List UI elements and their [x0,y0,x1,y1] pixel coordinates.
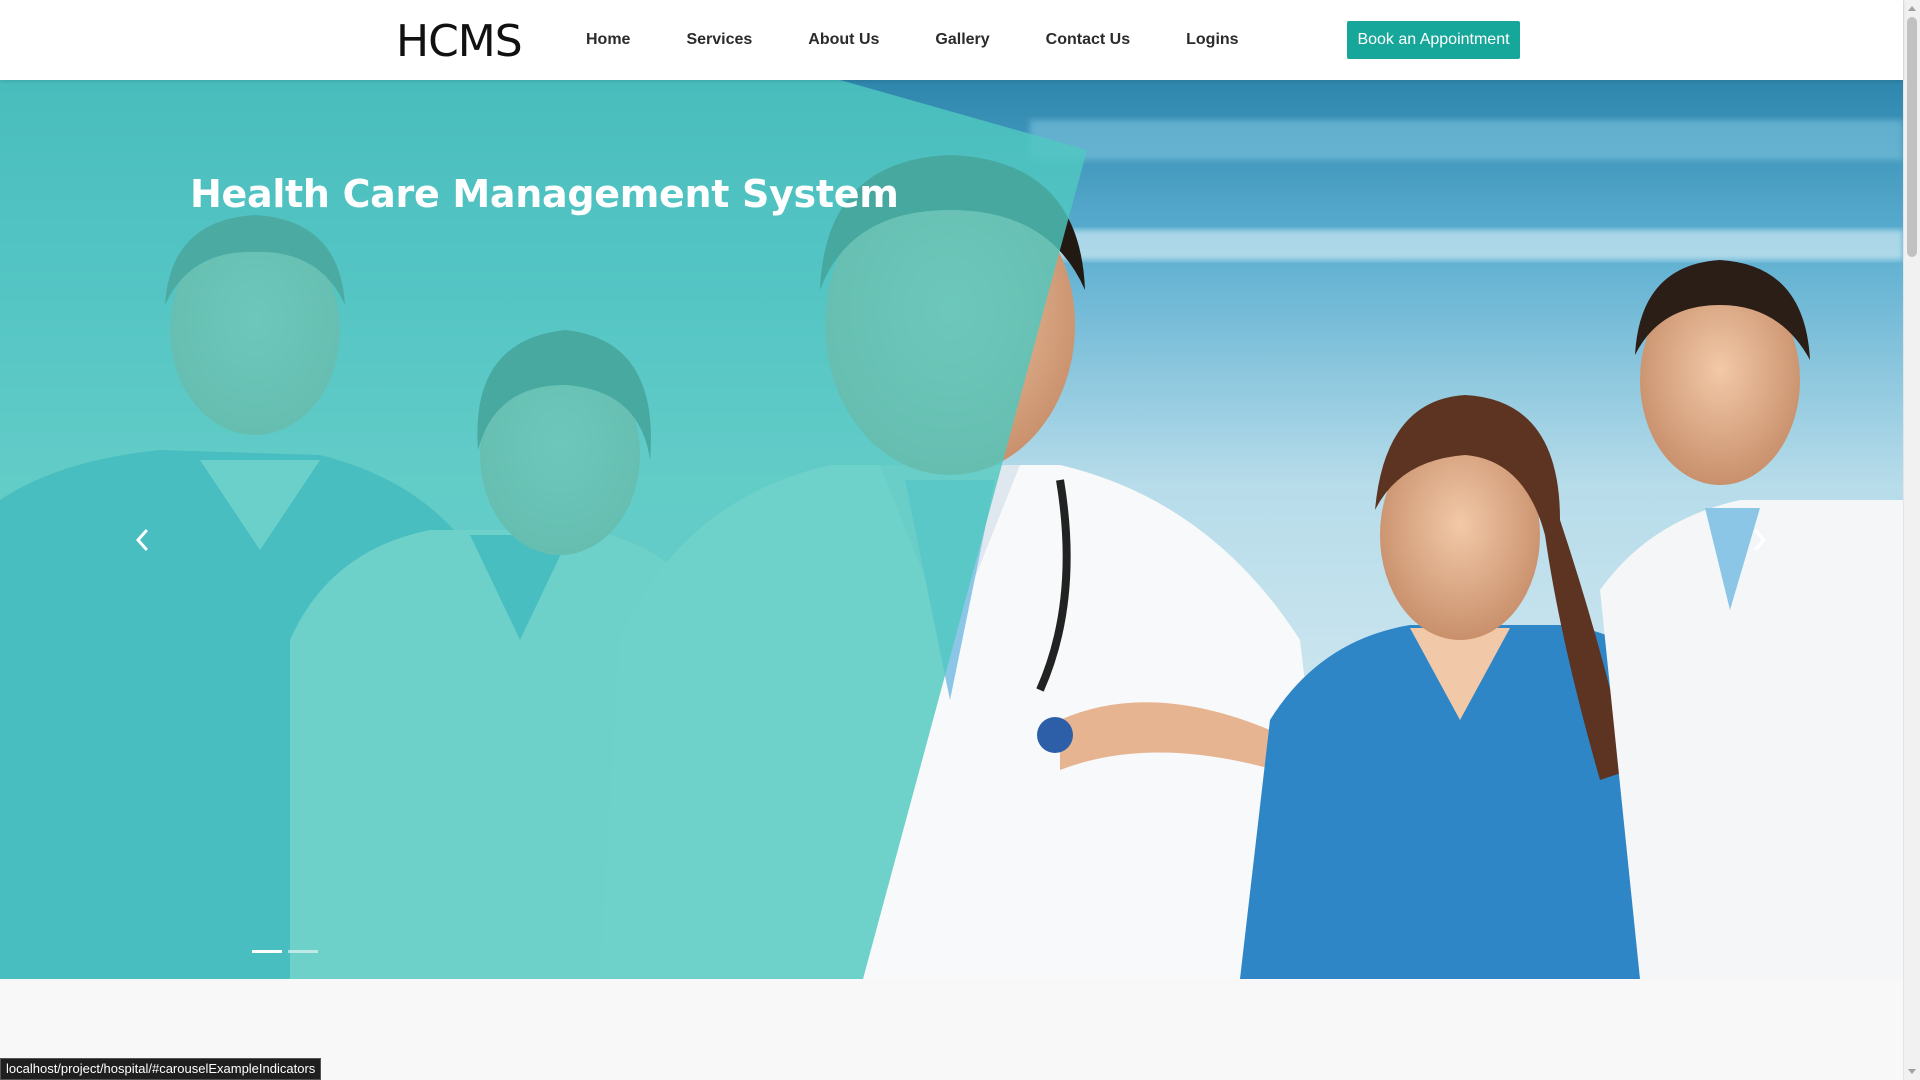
hero-carousel: Health Care Management System [0,80,1903,979]
vertical-scrollbar[interactable] [1903,0,1920,1080]
chevron-right-icon [1754,529,1767,551]
scroll-up-icon[interactable] [1908,6,1916,11]
nav-contact-us[interactable]: Contact Us [1046,31,1130,49]
book-appointment-button[interactable]: Book an Appointment [1347,21,1520,59]
main-nav: Home Services About Us Gallery Contact U… [586,0,1295,80]
carousel-indicators [252,950,318,953]
carousel-next-button[interactable] [1740,510,1780,570]
carousel-prev-button[interactable] [122,510,162,570]
nav-services[interactable]: Services [686,31,752,49]
nav-logins[interactable]: Logins [1186,31,1238,49]
carousel-indicator-1[interactable] [252,950,282,953]
scrollbar-thumb[interactable] [1907,17,1917,257]
carousel-indicator-2[interactable] [288,950,318,953]
status-bar-url: localhost/project/hospital/#carouselExam… [0,1058,322,1080]
hero-title: Health Care Management System [190,172,899,216]
scroll-down-icon[interactable] [1908,1069,1916,1074]
site-logo[interactable]: HCMS [396,16,523,68]
nav-home[interactable]: Home [586,31,630,49]
nav-about-us[interactable]: About Us [808,31,879,49]
site-header: HCMS Home Services About Us Gallery Cont… [0,0,1903,80]
chevron-left-icon [135,529,148,551]
nav-gallery[interactable]: Gallery [935,31,989,49]
